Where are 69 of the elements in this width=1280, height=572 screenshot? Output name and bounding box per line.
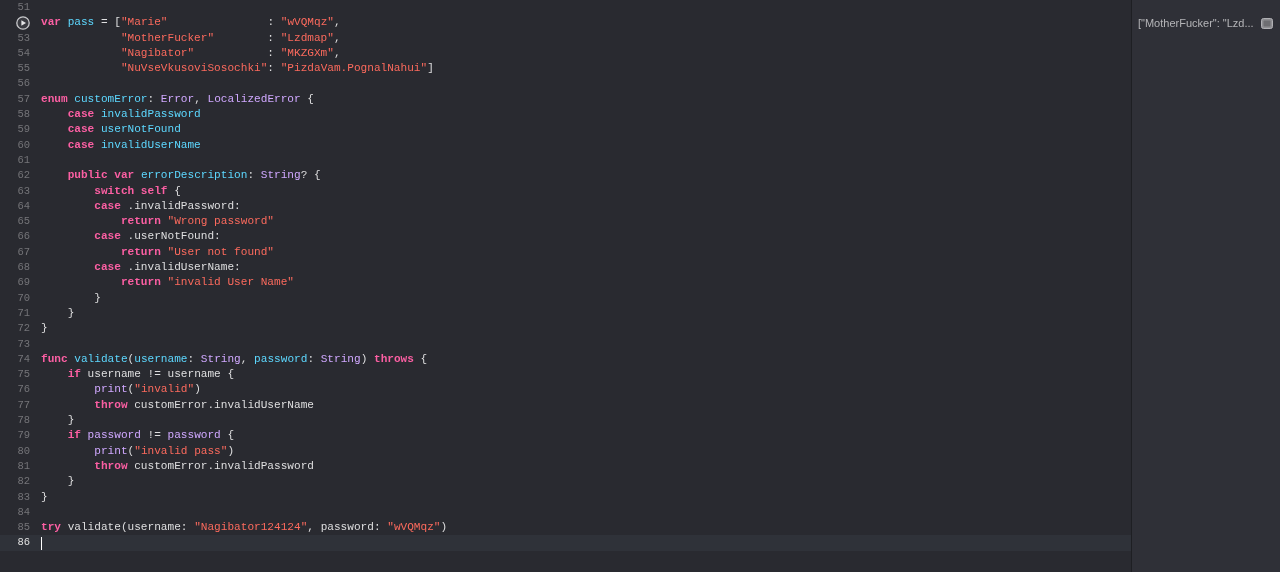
code-line: return "User not found": [119, 244, 275, 260]
line-number: 79: [17, 428, 30, 444]
line-number: 82: [17, 474, 30, 490]
line-number: 64: [17, 198, 30, 214]
code-line: case .invalidPassword:: [93, 198, 241, 214]
code-line: try validate(username: "Nagibator124124", password: "wVQMqz"): [41, 520, 448, 536]
run-icon[interactable]: [16, 15, 30, 30]
line-number: 59: [17, 122, 30, 138]
line-number: 81: [17, 458, 30, 474]
code-line: if username != username {: [66, 367, 235, 383]
line-number: 86: [17, 535, 30, 551]
line-number: 68: [17, 260, 30, 276]
code-line: }: [66, 474, 75, 490]
line-number: 73: [17, 336, 30, 352]
line-number: 75: [17, 367, 30, 383]
code-line: if password != password {: [66, 428, 235, 444]
line-number: 63: [17, 183, 30, 199]
line-number: 83: [17, 489, 30, 505]
code-line: print("invalid pass"): [93, 443, 235, 459]
code-line: var pass = ["Marie" : "wVQMqz",: [41, 15, 341, 31]
line-number: 77: [17, 397, 30, 413]
line-number: 53: [17, 30, 30, 46]
line-number: 61: [17, 152, 30, 168]
line-number: 66: [17, 229, 30, 245]
code-line: case userNotFound: [66, 122, 181, 138]
line-number: 69: [17, 275, 30, 291]
code-line: }: [41, 321, 48, 337]
line-number: 58: [17, 107, 30, 123]
code-line: enum customError: Error, LocalizedError {: [41, 91, 314, 107]
code-line: throw customError.invalidUserName: [93, 397, 314, 413]
code-line: func validate(username: String, password: String) throws {: [41, 351, 428, 367]
code-line: print("invalid"): [93, 382, 201, 398]
code-line: return "invalid User Name": [119, 275, 294, 291]
code-line: case invalidPassword: [66, 107, 201, 123]
code-line: case .userNotFound:: [93, 229, 221, 245]
code-line: case .invalidUserName:: [93, 260, 241, 276]
code-line: public var errorDescription: String? {: [66, 168, 321, 184]
line-number: 55: [17, 61, 30, 77]
line-number: 56: [17, 76, 30, 92]
line-number: 67: [17, 244, 30, 260]
code-line: "Nagibator" : "MKZGXm",: [119, 45, 341, 61]
line-number: 70: [17, 290, 30, 306]
result-value: ["MotherFucker": "Lzd...: [1138, 16, 1254, 31]
code-line: switch self {: [93, 183, 181, 199]
line-number: 54: [17, 45, 30, 61]
line-number: 85: [17, 520, 30, 536]
quick-look-icon[interactable]: [1260, 17, 1273, 29]
line-number: 74: [17, 351, 30, 367]
line-number: 80: [17, 443, 30, 459]
code-line: }: [66, 305, 75, 321]
line-number: 84: [17, 504, 30, 520]
line-number: 76: [17, 382, 30, 398]
code-line: case invalidUserName: [66, 137, 201, 153]
line-number: 60: [17, 137, 30, 153]
code-line: "MotherFucker" : "Lzdmap",: [119, 30, 341, 46]
code-line: }: [41, 489, 48, 505]
line-number: 51: [17, 0, 30, 15]
line-number: 71: [17, 305, 30, 321]
code-line: throw customError.invalidPassword: [93, 458, 314, 474]
code-line: return "Wrong password": [119, 214, 275, 230]
code-line: "NuVseVkusoviSosochki": "PizdaVam.PognalNahui"]: [119, 61, 434, 77]
code-line: }: [93, 290, 101, 306]
line-number: 72: [17, 321, 30, 337]
line-number: 78: [17, 413, 30, 428]
code-line: }: [66, 413, 75, 428]
text-cursor: [41, 536, 42, 550]
line-number: 65: [17, 214, 30, 230]
line-number: 57: [17, 91, 30, 107]
line-number: 62: [17, 168, 30, 184]
